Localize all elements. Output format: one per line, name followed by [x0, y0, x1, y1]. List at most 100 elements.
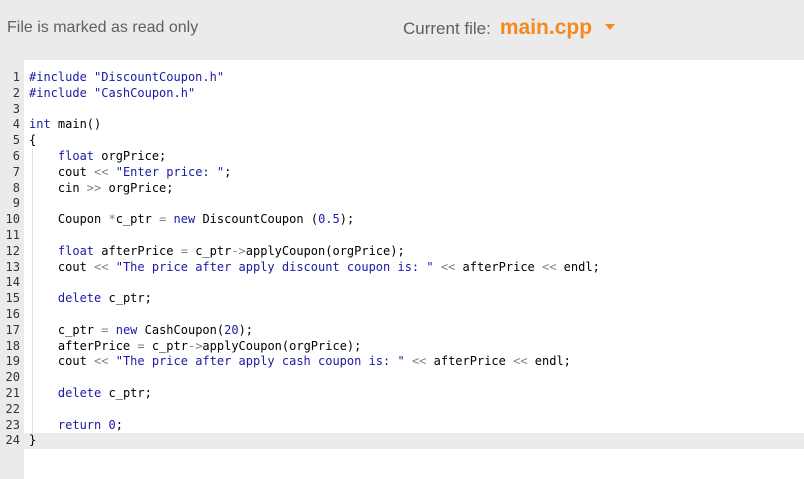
code-text: } — [29, 433, 36, 449]
line-number: 7 — [12, 164, 20, 179]
indent-guide — [32, 275, 33, 292]
code-line[interactable]: 15 delete c_ptr; — [0, 291, 804, 307]
code-line[interactable]: 1 #include "DiscountCoupon.h" — [0, 70, 804, 86]
line-number: 17 — [5, 322, 20, 337]
code-token: } — [29, 433, 37, 448]
code-token: DiscountCoupon ( — [195, 212, 319, 227]
code-token: << — [94, 164, 109, 179]
line-number: 24 — [5, 433, 20, 448]
code-line[interactable]: 16 — [0, 306, 804, 323]
line-number: 4 — [12, 117, 20, 132]
code-token: delete — [57, 385, 102, 400]
code-text: return 0; — [29, 418, 123, 434]
code-text: #include "DiscountCoupon.h" — [29, 70, 224, 86]
code-token: orgPrice; — [101, 180, 174, 195]
code-token: main() — [50, 117, 102, 132]
code-token: "CashCoupon.h" — [94, 85, 196, 100]
code-line[interactable]: 14 — [0, 275, 804, 292]
code-line[interactable]: 6 float orgPrice; — [0, 148, 804, 165]
code-line[interactable]: 7 cout << "Enter price: "; — [0, 164, 804, 181]
code-text: delete c_ptr; — [29, 386, 152, 402]
code-token: << — [94, 354, 109, 369]
code-token: << — [94, 259, 109, 274]
code-line[interactable]: 10 Coupon *c_ptr = new DiscountCoupon (0… — [0, 212, 804, 228]
code-token: ); — [339, 212, 355, 227]
code-token: cout — [29, 164, 95, 179]
code-lines: 1 #include "DiscountCoupon.h" 2 #include "C… — [0, 70, 804, 450]
current-file-name[interactable]: main.cpp — [500, 16, 592, 40]
code-token: "DiscountCoupon.h" — [94, 70, 225, 84]
indent-guide — [32, 196, 33, 213]
code-text: int main() — [29, 117, 101, 133]
code-token: delete — [57, 291, 102, 306]
chevron-down-icon[interactable] — [605, 24, 616, 30]
code-token: c_ptr; — [101, 291, 152, 306]
code-token: c_ptr; — [101, 385, 152, 400]
code-line[interactable]: 19 cout << "The price after apply cash c… — [0, 354, 804, 371]
line-number: 21 — [5, 385, 20, 400]
code-token: endl; — [556, 259, 600, 274]
indent-guide — [32, 227, 33, 244]
code-token: return — [57, 417, 102, 432]
code-line[interactable]: 23 return 0; — [0, 417, 804, 434]
code-text: afterPrice = c_ptr->applyCoupon(orgPrice… — [29, 339, 361, 355]
code-token: "Enter price: " — [115, 164, 225, 179]
code-text: cin >> orgPrice; — [29, 181, 174, 197]
code-line[interactable]: 20 — [0, 370, 804, 386]
code-editor[interactable]: 1 #include "DiscountCoupon.h" 2 #include "C… — [0, 60, 804, 479]
code-line[interactable]: 4 int main() — [0, 117, 804, 133]
code-token: ; — [224, 164, 232, 179]
code-token: cout — [29, 354, 95, 369]
code-token: ); — [238, 322, 254, 337]
code-line[interactable]: 3 — [0, 102, 804, 118]
code-line[interactable]: 9 — [0, 196, 804, 213]
line-number: 1 — [12, 70, 20, 84]
code-token: c_ptr — [187, 243, 232, 258]
code-token: -> — [187, 338, 203, 353]
code-token: #include — [29, 70, 87, 84]
line-number: 3 — [12, 101, 20, 116]
line-number: 19 — [5, 354, 20, 369]
code-line[interactable]: 17 c_ptr = new CashCoupon(20); — [0, 322, 804, 339]
line-number: 10 — [5, 212, 20, 227]
code-line[interactable]: 12 float afterPrice = c_ptr->applyCoupon… — [0, 243, 804, 260]
code-token: << — [542, 259, 557, 274]
code-token: = — [180, 243, 188, 258]
file-selector[interactable]: Current file: main.cpp — [403, 16, 616, 40]
current-file-label: Current file: — [403, 19, 491, 38]
code-token: afterPrice — [94, 243, 181, 258]
code-line[interactable]: 11 — [0, 227, 804, 244]
line-number: 13 — [5, 259, 20, 274]
code-token: Coupon — [29, 212, 109, 227]
code-token: ; — [115, 417, 123, 432]
code-line[interactable]: 13 cout << "The price after apply discou… — [0, 259, 804, 276]
code-token: CashCoupon( — [137, 322, 225, 337]
code-token: c_ptr — [115, 212, 160, 227]
code-text: float afterPrice = c_ptr->applyCoupon(or… — [29, 244, 405, 260]
code-token: { — [29, 133, 37, 148]
code-text: delete c_ptr; — [29, 291, 152, 307]
code-line[interactable]: 21 delete c_ptr; — [0, 385, 804, 402]
code-token: << — [513, 354, 528, 369]
code-token: cin — [29, 180, 87, 195]
line-number: 23 — [5, 417, 20, 432]
code-token: >> — [86, 180, 102, 195]
code-line[interactable]: 5{ — [0, 133, 804, 149]
code-line[interactable]: 22 — [0, 401, 804, 418]
line-number: 5 — [12, 133, 20, 148]
code-line[interactable]: 8 cin >> orgPrice; — [0, 180, 804, 197]
code-text: { — [29, 133, 36, 149]
line-number: 18 — [5, 338, 20, 353]
code-token: "The price after apply discount coupon i… — [115, 259, 434, 274]
code-line[interactable]: 2 #include "CashCoupon.h" — [0, 86, 804, 102]
code-line[interactable]: 18 afterPrice = c_ptr->applyCoupon(orgPr… — [0, 338, 804, 355]
code-text: #include "CashCoupon.h" — [29, 86, 195, 102]
code-line[interactable]: 24} — [0, 433, 804, 450]
line-number: 2 — [12, 85, 20, 100]
